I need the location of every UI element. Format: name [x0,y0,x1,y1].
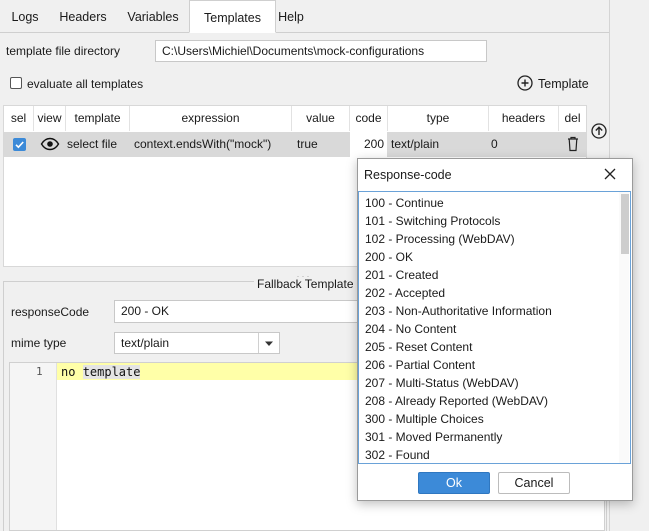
column-header-value[interactable]: value [292,106,350,131]
response-code-label: responseCode [11,305,90,319]
list-item[interactable]: 205 - Reset Content [365,338,472,356]
list-scrollbar[interactable] [619,192,629,463]
tab-bar: Logs Headers Variables Templates Help [0,0,609,33]
column-header-sel[interactable]: sel [4,106,34,131]
cell-headers[interactable]: 0 [491,132,498,157]
column-header-code[interactable]: code [350,106,388,131]
mime-type-select[interactable]: text/plain [114,332,280,354]
cell-type[interactable]: text/plain [391,132,439,157]
column-header-type[interactable]: type [388,106,489,131]
mime-type-label: mime type [11,336,67,350]
tab-templates[interactable]: Templates [189,0,276,33]
tab-logs[interactable]: Logs [0,0,50,32]
editor-gutter: 1 [10,363,57,530]
column-header-headers[interactable]: headers [489,106,559,131]
evaluate-all-checkbox[interactable] [10,77,22,89]
cell-template[interactable]: select file [67,132,117,157]
evaluate-all-label: evaluate all templates [27,77,144,91]
column-header-del[interactable]: del [559,106,586,131]
list-item[interactable]: 300 - Multiple Choices [365,410,484,428]
list-item[interactable]: 204 - No Content [365,320,456,338]
list-item[interactable]: 301 - Moved Permanently [365,428,502,446]
column-header-expression[interactable]: expression [130,106,292,131]
tab-help[interactable]: Help [276,0,306,32]
line-number: 1 [36,365,43,378]
list-item[interactable]: 206 - Partial Content [365,356,475,374]
list-item[interactable]: 302 - Found [365,446,430,463]
list-scrollbar-thumb[interactable] [621,194,629,254]
cell-code[interactable]: 200 [350,132,387,157]
list-item[interactable]: 100 - Continue [365,194,444,212]
splitter-handle-icon[interactable] [296,268,310,279]
column-header-template[interactable]: template [66,106,130,131]
close-icon[interactable] [603,167,617,181]
cell-value[interactable]: true [297,132,318,157]
tab-variables[interactable]: Variables [116,0,190,32]
chevron-down-icon[interactable] [258,333,279,353]
ok-button[interactable]: Ok [418,472,490,494]
list-item[interactable]: 207 - Multi-Status (WebDAV) [365,374,519,392]
eye-icon[interactable] [40,137,60,151]
column-header-view[interactable]: view [34,106,66,131]
add-template-icon[interactable] [517,75,533,91]
template-dir-input[interactable]: C:\Users\Michiel\Documents\mock-configur… [155,40,487,62]
list-item[interactable]: 203 - Non-Authoritative Information [365,302,552,320]
scroll-up-icon[interactable] [591,123,607,139]
list-item[interactable]: 101 - Switching Protocols [365,212,500,230]
delete-icon[interactable] [567,136,579,152]
list-item[interactable]: 208 - Already Reported (WebDAV) [365,392,548,410]
cell-expression[interactable]: context.endsWith("mock") [134,132,271,157]
add-template-label[interactable]: Template [538,77,589,91]
response-code-field[interactable]: 200 - OK [114,300,364,323]
table-row[interactable]: select file context.endsWith("mock") tru… [4,132,586,157]
template-dir-label: template file directory [6,44,121,58]
cancel-button[interactable]: Cancel [498,472,570,494]
editor-text-word: no [61,365,83,379]
list-item[interactable]: 200 - OK [365,248,413,266]
list-item[interactable]: 202 - Accepted [365,284,445,302]
response-code-list[interactable]: 100 - Continue 101 - Switching Protocols 1… [358,191,631,464]
fallback-template-title: Fallback Template [254,277,357,291]
row-select-checkbox[interactable] [13,138,26,151]
editor-line-text[interactable]: no template [61,364,141,380]
editor-text-selected-word: template [82,365,141,379]
response-code-dialog: Response-code 100 - Continue 101 - Switch… [357,158,633,501]
mime-type-value: text/plain [121,336,170,350]
dialog-title: Response-code [364,168,452,182]
list-item[interactable]: 201 - Created [365,266,438,284]
tab-headers[interactable]: Headers [50,0,116,32]
list-item[interactable]: 102 - Processing (WebDAV) [365,230,515,248]
